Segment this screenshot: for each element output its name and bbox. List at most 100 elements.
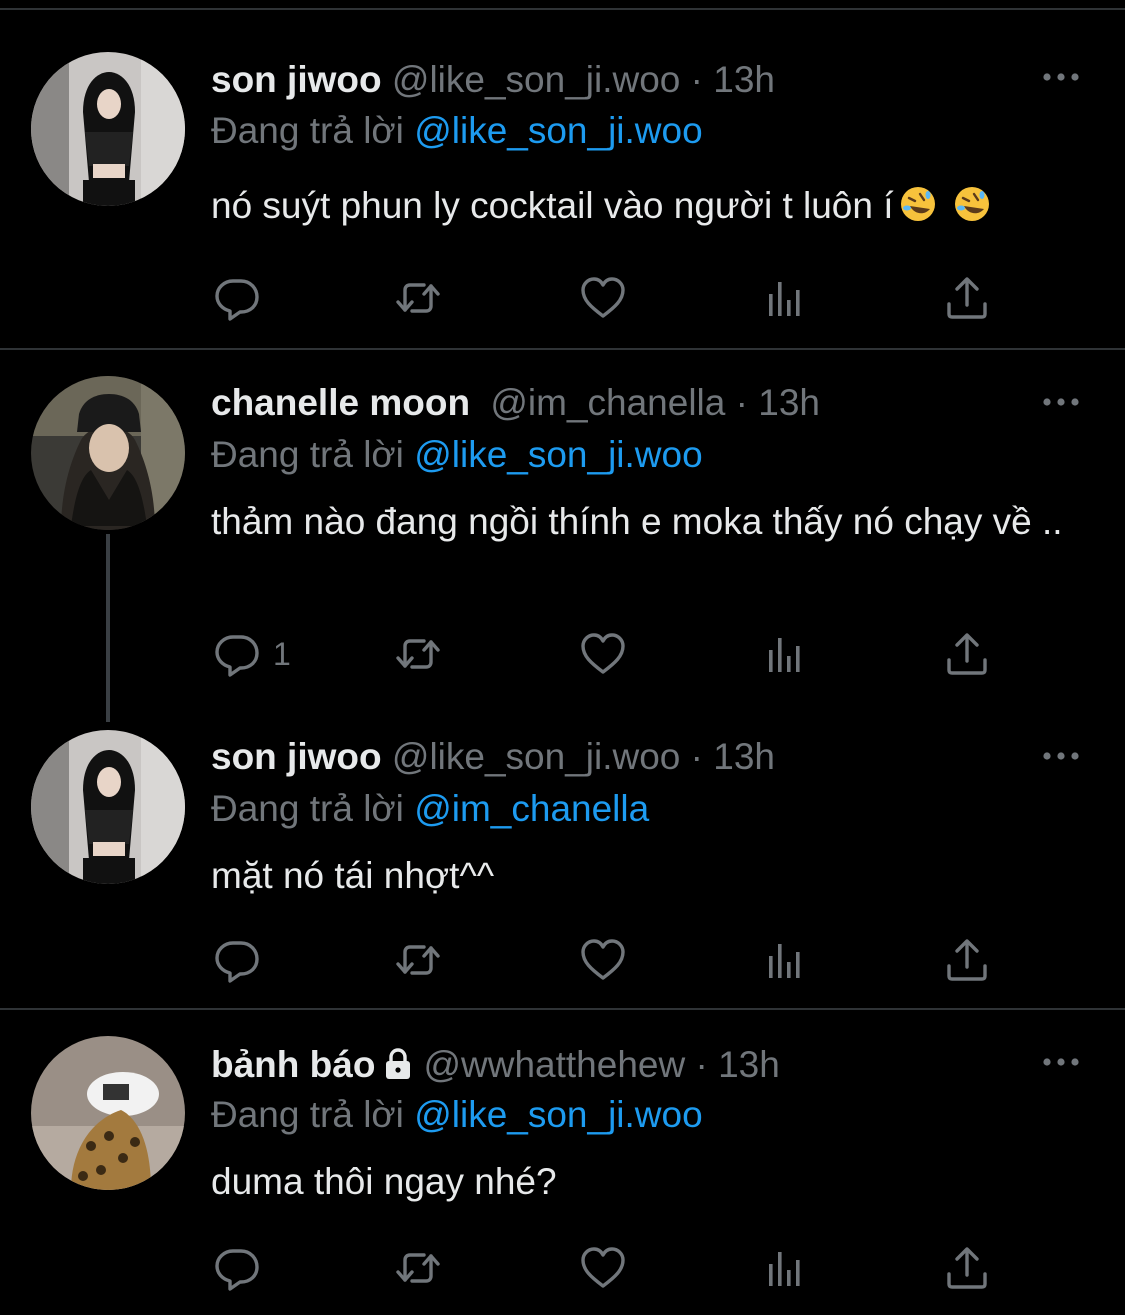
action-bar <box>211 934 1031 986</box>
user-handle[interactable]: @like_son_ji.woo <box>392 736 680 777</box>
more-dots-icon[interactable] <box>1041 70 1081 84</box>
reply-mention-link[interactable]: @like_son_ji.woo <box>414 1094 702 1135</box>
replying-to-label: Đang trả lời <box>211 110 404 151</box>
tweet-text: nó suýt phun ly cocktail vào người t luô… <box>211 180 1091 232</box>
views-button[interactable] <box>761 934 809 986</box>
avatar[interactable] <box>31 376 185 530</box>
separator-dot: · <box>695 1044 708 1085</box>
more-dots-icon[interactable] <box>1041 395 1081 409</box>
tweet-text: duma thôi ngay nhé? <box>211 1156 1091 1208</box>
reply-count: 1 <box>273 635 291 672</box>
display-name[interactable]: bảnh báo <box>211 1044 375 1085</box>
action-bar <box>211 272 1031 324</box>
tweet-4[interactable]: bảnh báo @wwhatthehew · 13h Đang trả lời … <box>0 1010 1125 1315</box>
reply-button[interactable] <box>213 272 261 324</box>
heart-icon <box>579 936 627 984</box>
replying-to: Đang trả lời @im_chanella <box>211 784 649 834</box>
share-button[interactable] <box>943 1242 991 1294</box>
views-button[interactable] <box>761 628 809 680</box>
retweet-icon <box>394 630 442 678</box>
like-button[interactable] <box>579 1242 627 1294</box>
tweet-3[interactable]: son jiwoo @like_son_ji.woo · 13h Đang tr… <box>0 720 1125 1010</box>
separator-dot: · <box>735 382 748 423</box>
reply-button[interactable] <box>213 1242 261 1294</box>
more-dots-icon[interactable] <box>1041 749 1081 763</box>
replying-to: Đang trả lời @like_son_ji.woo <box>211 106 703 156</box>
analytics-bars-icon <box>761 274 809 322</box>
tweet-text-content: thảm nào đang ngồi thính e moka thấy nó … <box>211 501 1063 542</box>
timestamp[interactable]: 13h <box>758 382 820 423</box>
timestamp[interactable]: 13h <box>713 59 775 100</box>
reply-button[interactable]: 1 <box>213 628 291 680</box>
more-dots-icon[interactable] <box>1041 1055 1081 1069</box>
analytics-bars-icon <box>761 936 809 984</box>
share-button[interactable] <box>943 628 991 680</box>
user-handle[interactable]: @like_son_ji.woo <box>392 59 680 100</box>
retweet-button[interactable] <box>394 1242 442 1294</box>
tweet-text-content: mặt nó tái nhợt^^ <box>211 855 495 896</box>
reply-bubble-icon <box>213 274 261 322</box>
rolling-on-floor-laughing-emoji <box>952 184 992 224</box>
reply-bubble-icon <box>213 1244 261 1292</box>
share-upload-icon <box>943 936 991 984</box>
user-handle[interactable]: @im_chanella <box>490 382 725 423</box>
reply-mention-link[interactable]: @like_son_ji.woo <box>414 434 702 475</box>
reply-button[interactable] <box>213 934 261 986</box>
heart-icon <box>579 630 627 678</box>
heart-icon <box>579 1244 627 1292</box>
tweet-text-content: nó suýt phun ly cocktail vào người t luô… <box>211 185 894 226</box>
timestamp[interactable]: 13h <box>713 736 775 777</box>
lock-icon <box>386 1048 411 1079</box>
separator-dot: · <box>690 59 703 100</box>
reply-mention-link[interactable]: @like_son_ji.woo <box>414 110 702 151</box>
timestamp[interactable]: 13h <box>718 1044 780 1085</box>
action-bar <box>211 1242 1031 1294</box>
avatar[interactable] <box>31 730 185 884</box>
tweet-header: son jiwoo @like_son_ji.woo · 13h <box>211 732 1045 782</box>
tweet-header: bảnh báo @wwhatthehew · 13h <box>211 1040 1045 1090</box>
display-name[interactable]: chanelle moon <box>211 382 470 423</box>
retweet-button[interactable] <box>394 272 442 324</box>
tweet-header: chanelle moon @im_chanella · 13h <box>211 378 1045 428</box>
action-bar: 1 <box>211 628 1031 680</box>
replying-to-label: Đang trả lời <box>211 788 404 829</box>
retweet-icon <box>394 936 442 984</box>
replying-to: Đang trả lời @like_son_ji.woo <box>211 430 703 480</box>
tweet-header: son jiwoo @like_son_ji.woo · 13h <box>211 55 1045 105</box>
tweet-2[interactable]: chanelle moon @im_chanella · 13h Đang tr… <box>0 350 1125 720</box>
tweet-text: thảm nào đang ngồi thính e moka thấy nó … <box>211 496 1091 548</box>
views-button[interactable] <box>761 272 809 324</box>
retweet-button[interactable] <box>394 934 442 986</box>
replying-to: Đang trả lời @like_son_ji.woo <box>211 1090 703 1140</box>
share-upload-icon <box>943 1244 991 1292</box>
user-handle[interactable]: @wwhatthehew <box>423 1044 685 1085</box>
reply-mention-link[interactable]: @im_chanella <box>414 788 649 829</box>
share-button[interactable] <box>943 934 991 986</box>
reply-bubble-icon <box>213 630 261 678</box>
tweet-text: mặt nó tái nhợt^^ <box>211 850 1091 902</box>
share-upload-icon <box>943 630 991 678</box>
retweet-button[interactable] <box>394 628 442 680</box>
retweet-icon <box>394 1244 442 1292</box>
display-name[interactable]: son jiwoo <box>211 59 382 100</box>
rolling-on-floor-laughing-emoji <box>898 184 938 224</box>
analytics-bars-icon <box>761 1244 809 1292</box>
views-button[interactable] <box>761 1242 809 1294</box>
like-button[interactable] <box>579 272 627 324</box>
avatar[interactable] <box>31 52 185 206</box>
reply-bubble-icon <box>213 936 261 984</box>
replying-to-label: Đang trả lời <box>211 434 404 475</box>
tweet-text-content: duma thôi ngay nhé? <box>211 1161 557 1202</box>
retweet-icon <box>394 274 442 322</box>
display-name[interactable]: son jiwoo <box>211 736 382 777</box>
separator-dot: · <box>690 736 703 777</box>
like-button[interactable] <box>579 628 627 680</box>
like-button[interactable] <box>579 934 627 986</box>
tweet-1[interactable]: son jiwoo @like_son_ji.woo · 13h Đang tr… <box>0 0 1125 350</box>
share-button[interactable] <box>943 272 991 324</box>
heart-icon <box>579 274 627 322</box>
replying-to-label: Đang trả lời <box>211 1094 404 1135</box>
analytics-bars-icon <box>761 630 809 678</box>
share-upload-icon <box>943 274 991 322</box>
avatar[interactable] <box>31 1036 185 1190</box>
